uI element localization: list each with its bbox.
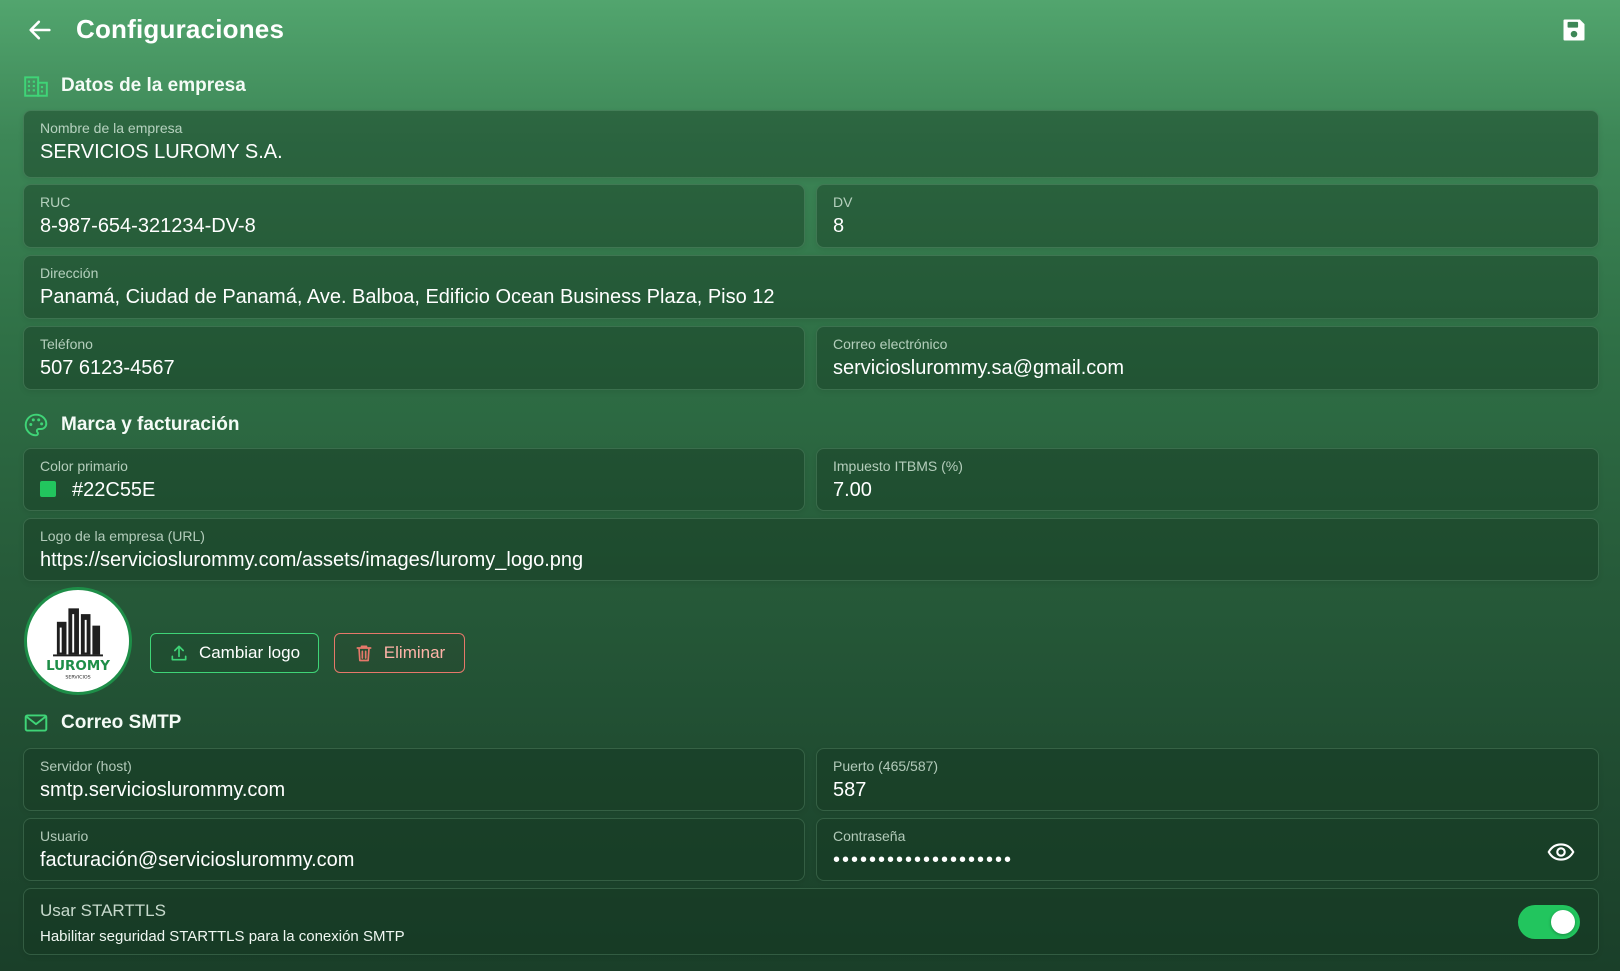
- ruc-label: RUC: [40, 194, 71, 210]
- smtp-user-label: Usuario: [40, 828, 89, 844]
- smtp-host-value: smtp.servicioslurommy.com: [40, 779, 286, 801]
- section-smtp-title: Correo SMTP: [61, 712, 182, 733]
- address-field[interactable]: Dirección Panamá, Ciudad de Panamá, Ave.…: [23, 255, 1599, 319]
- change-logo-button[interactable]: Cambiar logo: [150, 633, 319, 673]
- eye-icon: [1547, 843, 1575, 861]
- logo-text: LUROMY: [46, 659, 110, 674]
- tax-field[interactable]: Impuesto ITBMS (%) 7.00: [816, 448, 1599, 511]
- address-label: Dirección: [40, 265, 99, 281]
- section-branding-title: Marca y facturación: [61, 414, 240, 435]
- smtp-host-label: Servidor (host): [40, 758, 132, 774]
- back-button[interactable]: [22, 12, 58, 48]
- color-swatch[interactable]: [40, 481, 56, 497]
- smtp-user-field[interactable]: Usuario facturación@servicioslurommy.com: [23, 818, 805, 881]
- section-company-header: Datos de la empresa: [22, 71, 246, 101]
- smtp-password-value: ••••••••••••••••••••: [833, 849, 1014, 871]
- ruc-value: 8-987-654-321234-DV-8: [40, 215, 256, 237]
- page-title: Configuraciones: [76, 14, 285, 44]
- smtp-user-value: facturación@servicioslurommy.com: [40, 849, 355, 871]
- section-smtp-header: Correo SMTP: [22, 708, 181, 738]
- logo-url-value: https://servicioslurommy.com/assets/imag…: [40, 549, 584, 571]
- phone-field[interactable]: Teléfono 507 6123-4567: [23, 326, 805, 390]
- section-company-title: Datos de la empresa: [61, 75, 246, 96]
- save-button[interactable]: [1556, 12, 1592, 48]
- primary-color-value-wrap: #22C55E: [40, 479, 155, 502]
- starttls-toggle[interactable]: [1518, 905, 1580, 939]
- change-logo-label: Cambiar logo: [198, 643, 301, 662]
- smtp-password-field[interactable]: Contraseña ••••••••••••••••••••: [816, 818, 1599, 881]
- email-label: Correo electrónico: [833, 336, 948, 352]
- logo-subtext: SERVICIOS: [65, 674, 90, 680]
- starttls-description: Habilitar seguridad STARTTLS para la con…: [40, 928, 405, 945]
- primary-color-label: Color primario: [40, 458, 128, 474]
- starttls-row: Usar STARTTLS Habilitar seguridad STARTT…: [23, 888, 1599, 955]
- primary-color-value: #22C55E: [72, 479, 156, 501]
- upload-icon: [169, 643, 189, 663]
- smtp-port-field[interactable]: Puerto (465/587) 587: [816, 748, 1599, 811]
- app-bar: Configuraciones: [0, 0, 1620, 58]
- envelope-icon: [22, 709, 50, 737]
- smtp-port-value: 587: [833, 779, 867, 801]
- company-name-label: Nombre de la empresa: [40, 120, 183, 136]
- delete-logo-button[interactable]: Eliminar: [334, 633, 465, 673]
- smtp-password-label: Contraseña: [833, 828, 906, 844]
- ruc-field[interactable]: RUC 8-987-654-321234-DV-8: [23, 184, 805, 248]
- palette-icon: [22, 411, 50, 439]
- company-name-value: SERVICIOS LUROMY S.A.: [40, 141, 283, 163]
- email-field[interactable]: Correo electrónico servicioslurommy.sa@g…: [816, 326, 1599, 390]
- delete-logo-label: Eliminar: [383, 643, 446, 662]
- tax-label: Impuesto ITBMS (%): [833, 458, 963, 474]
- smtp-host-field[interactable]: Servidor (host) smtp.servicioslurommy.co…: [23, 748, 805, 811]
- email-value: servicioslurommy.sa@gmail.com: [833, 357, 1125, 379]
- starttls-label: Usar STARTTLS: [40, 901, 166, 920]
- smtp-port-label: Puerto (465/587): [833, 758, 939, 774]
- logo-url-label: Logo de la empresa (URL): [40, 528, 205, 544]
- toggle-password-visibility-button[interactable]: [1546, 839, 1576, 865]
- phone-label: Teléfono: [40, 336, 93, 352]
- building-icon: [22, 72, 50, 100]
- dv-label: DV: [833, 194, 853, 210]
- logo-url-field[interactable]: Logo de la empresa (URL) https://servici…: [23, 518, 1599, 581]
- primary-color-field[interactable]: Color primario #22C55E: [23, 448, 805, 511]
- section-branding-header: Marca y facturación: [22, 410, 239, 440]
- toggle-knob: [1551, 910, 1575, 934]
- trash-icon: [354, 643, 374, 663]
- company-name-field[interactable]: Nombre de la empresa SERVICIOS LUROMY S.…: [23, 110, 1599, 178]
- address-value: Panamá, Ciudad de Panamá, Ave. Balboa, E…: [40, 286, 775, 308]
- arrow-left-icon: [29, 20, 51, 40]
- tax-value: 7.00: [833, 479, 872, 501]
- dv-value: 8: [833, 215, 845, 237]
- company-logo: LUROMY SERVICIOS: [24, 587, 132, 695]
- floppy-disk-icon: [1563, 19, 1585, 41]
- dv-field[interactable]: DV 8: [816, 184, 1599, 248]
- phone-value: 507 6123-4567: [40, 357, 175, 379]
